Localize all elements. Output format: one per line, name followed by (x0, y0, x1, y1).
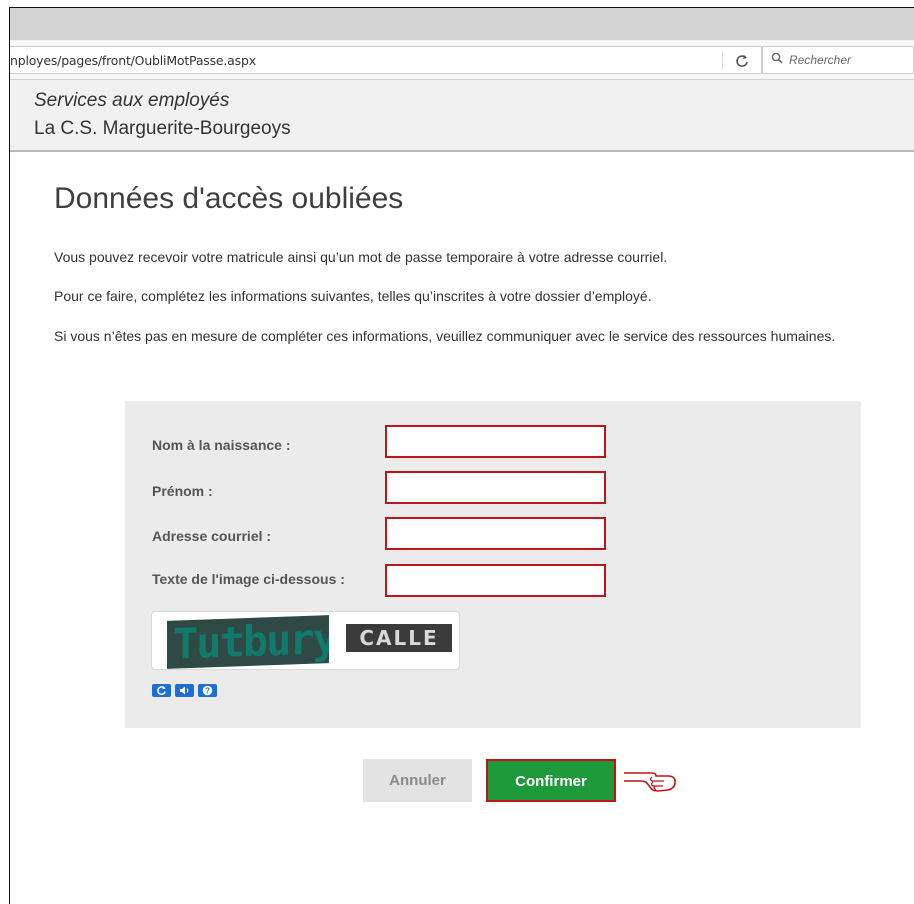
site-subtitle: Services aux employés (34, 90, 230, 111)
browser-tab-strip (10, 8, 914, 40)
address-bar[interactable]: nployes/pages/front/OubliMotPasse.aspx (10, 46, 762, 74)
captcha-image: Tutbury CALLE (151, 611, 460, 670)
pointing-hand-icon (622, 764, 680, 800)
refresh-icon[interactable] (152, 684, 171, 697)
birth-name-input[interactable] (385, 425, 606, 458)
captcha-text-input[interactable] (385, 564, 606, 597)
captcha-text-label: Texte de l'image ci-dessous : (152, 571, 345, 587)
search-placeholder: Rechercher (789, 53, 852, 67)
page-title: Données d'accès oubliées (54, 182, 404, 215)
search-icon (771, 52, 783, 67)
confirm-button[interactable]: Confirmer (486, 759, 616, 802)
audio-icon[interactable] (175, 684, 194, 697)
captcha-word-1: Tutbury (167, 615, 329, 669)
search-input[interactable]: Rechercher (762, 46, 914, 74)
birth-name-label: Nom à la naissance : (152, 437, 291, 453)
help-icon[interactable]: ? (198, 684, 217, 697)
instruction-paragraph: Pour ce faire, complétez les information… (54, 288, 652, 304)
first-name-label: Prénom : (152, 483, 213, 499)
url-text: nployes/pages/front/OubliMotPasse.aspx (10, 53, 256, 68)
reload-icon[interactable] (722, 52, 761, 70)
captcha-word-2: CALLE (346, 624, 452, 652)
help-paragraph: Si vous n’êtes pas en mesure de compléte… (54, 328, 836, 344)
svg-text:?: ? (205, 686, 210, 695)
site-header: Services aux employés La C.S. Marguerite… (10, 80, 914, 152)
email-label: Adresse courriel : (152, 528, 272, 544)
cancel-button[interactable]: Annuler (363, 759, 472, 802)
browser-nav-bar: nployes/pages/front/OubliMotPasse.aspx R… (10, 40, 914, 80)
site-title: La C.S. Marguerite-Bourgeoys (34, 118, 291, 139)
email-input[interactable] (385, 517, 606, 550)
first-name-input[interactable] (385, 471, 606, 504)
intro-paragraph: Vous pouvez recevoir votre matricule ain… (54, 249, 668, 265)
